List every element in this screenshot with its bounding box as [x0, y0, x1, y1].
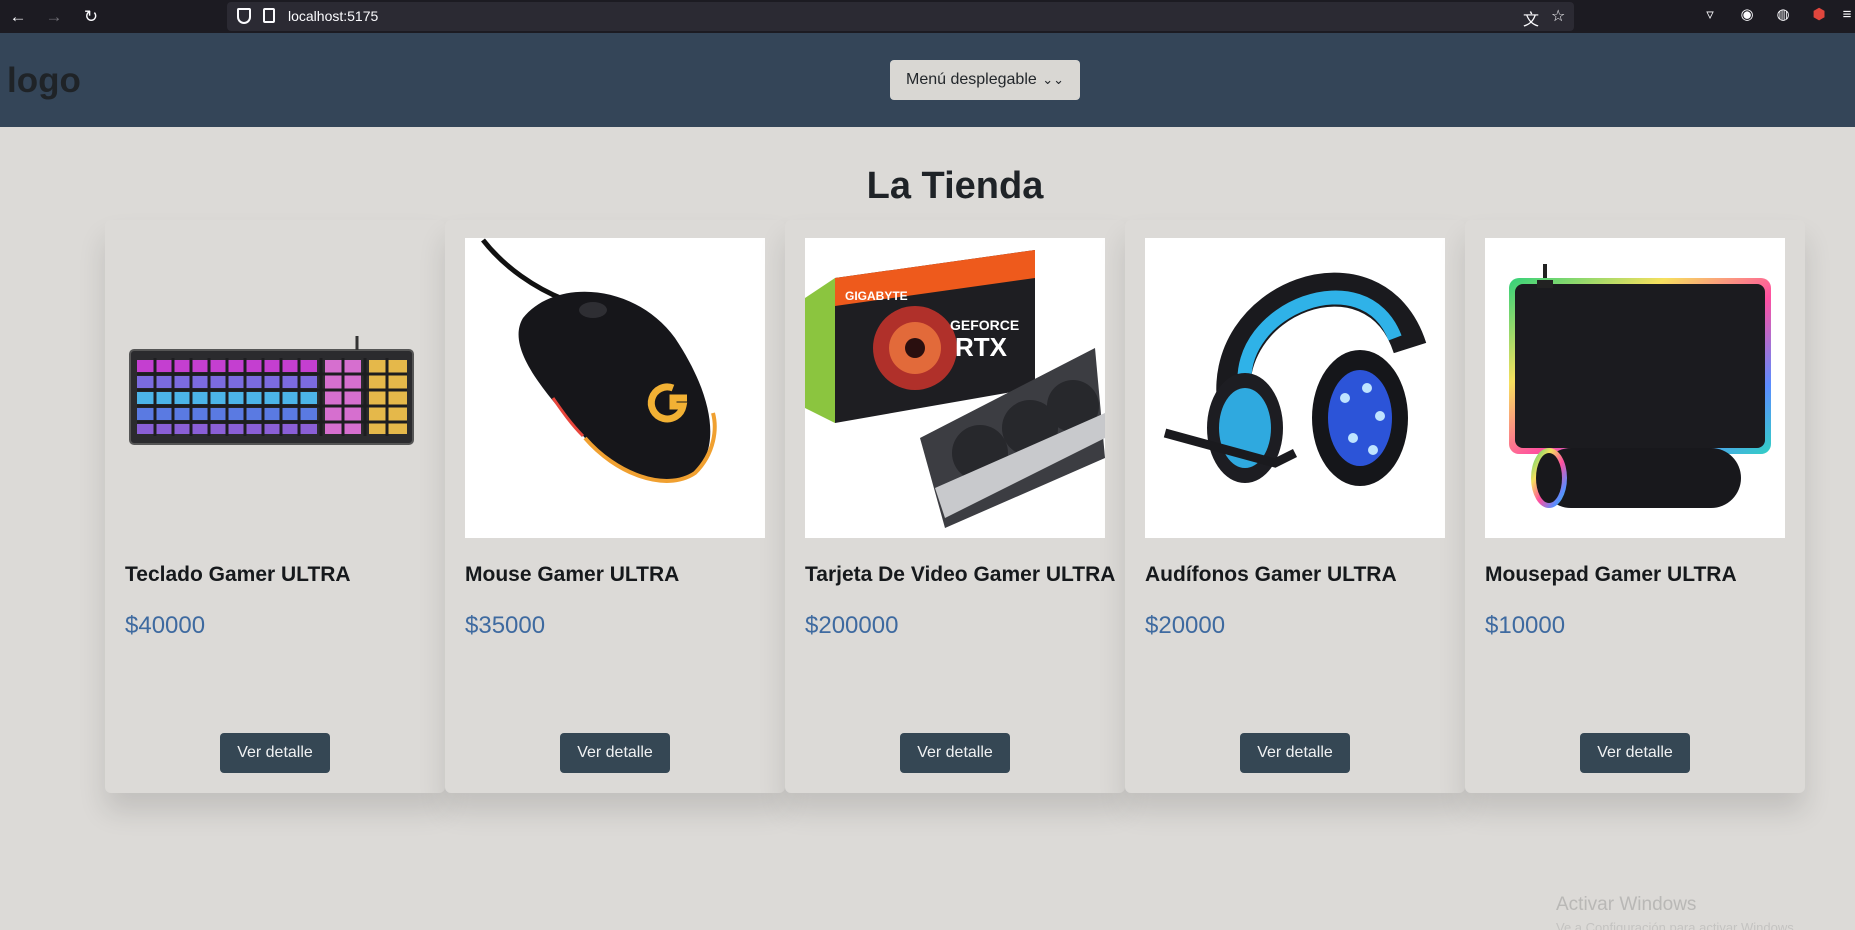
product-name: Tarjeta De Video Gamer ULTRA — [805, 563, 1116, 586]
product-name: Audífonos Gamer ULTRA — [1145, 563, 1397, 586]
product-image-mousepad — [1485, 238, 1785, 538]
windows-activation-subtext: Ve a Configuración para activar Windows. — [1556, 920, 1798, 930]
view-detail-button[interactable]: Ver detalle — [1240, 733, 1350, 773]
svg-text:GEFORCE: GEFORCE — [950, 317, 1019, 333]
reload-icon[interactable]: ↻ — [79, 5, 103, 29]
browser-toolbar: ← → ↻ localhost:5175 文 ☆ ▿ ◉ ◍ ⬢ ≡ — [0, 0, 1855, 33]
translate-icon[interactable]: 文 — [1523, 6, 1539, 30]
svg-text:GIGABYTE: GIGABYTE — [845, 289, 908, 303]
product-price: $200000 — [805, 612, 899, 639]
product-image-keyboard — [125, 238, 425, 538]
product-card: Mouse Gamer ULTRA $35000 Ver detalle — [445, 220, 785, 793]
logo[interactable]: logo — [7, 61, 81, 101]
dropdown-menu-button[interactable]: Menú desplegable ⌄⌄ — [890, 60, 1080, 100]
pocket-icon[interactable]: ▿ — [1699, 4, 1721, 26]
product-grid: Teclado Gamer ULTRA $40000 Ver detalle M… — [105, 220, 1805, 793]
url-text: localhost:5175 — [288, 8, 379, 24]
svg-text:RTX: RTX — [955, 332, 1008, 362]
product-card: Mousepad Gamer ULTRA $10000 Ver detalle — [1465, 220, 1805, 793]
page-icon[interactable] — [263, 8, 275, 23]
product-card: Audífonos Gamer ULTRA $20000 Ver detalle — [1125, 220, 1465, 793]
menu-overflow-icon[interactable]: ≡ — [1836, 4, 1855, 26]
view-detail-button[interactable]: Ver detalle — [560, 733, 670, 773]
bookmark-star-icon[interactable]: ☆ — [1551, 6, 1565, 26]
dropdown-menu-label: Menú desplegable — [906, 71, 1037, 88]
account-icon[interactable]: ◉ — [1736, 4, 1758, 26]
product-price: $20000 — [1145, 612, 1226, 639]
product-name: Mousepad Gamer ULTRA — [1485, 563, 1737, 586]
shield-icon[interactable] — [237, 8, 251, 24]
page-title: La Tienda — [866, 165, 1044, 207]
back-icon[interactable]: ← — [6, 5, 30, 29]
forward-icon[interactable]: → — [42, 5, 66, 29]
view-detail-button[interactable]: Ver detalle — [1580, 733, 1690, 773]
windows-activation-watermark: Activar Windows — [1556, 894, 1697, 915]
product-image-headset — [1145, 238, 1445, 538]
extension-icon[interactable]: ◍ — [1772, 4, 1794, 26]
product-image-graphics-card: GEFORCE RTX GIGABYTE — [805, 238, 1105, 538]
view-detail-button[interactable]: Ver detalle — [220, 733, 330, 773]
address-bar[interactable]: localhost:5175 文 ☆ — [227, 2, 1574, 31]
view-detail-button[interactable]: Ver detalle — [900, 733, 1010, 773]
chevron-down-icon: ⌄⌄ — [1042, 72, 1064, 87]
ublock-icon[interactable]: ⬢ — [1808, 4, 1830, 26]
product-price: $10000 — [1485, 612, 1566, 639]
product-card: GEFORCE RTX GIGABYTE Tarjeta De Video Ga… — [785, 220, 1125, 793]
product-image-mouse — [465, 238, 765, 538]
product-name: Mouse Gamer ULTRA — [465, 563, 680, 586]
product-price: $35000 — [465, 612, 546, 639]
product-name: Teclado Gamer ULTRA — [125, 563, 351, 586]
site-header: logo Menú desplegable ⌄⌄ — [0, 33, 1855, 127]
product-price: $40000 — [125, 612, 206, 639]
product-card: Teclado Gamer ULTRA $40000 Ver detalle — [105, 220, 445, 793]
